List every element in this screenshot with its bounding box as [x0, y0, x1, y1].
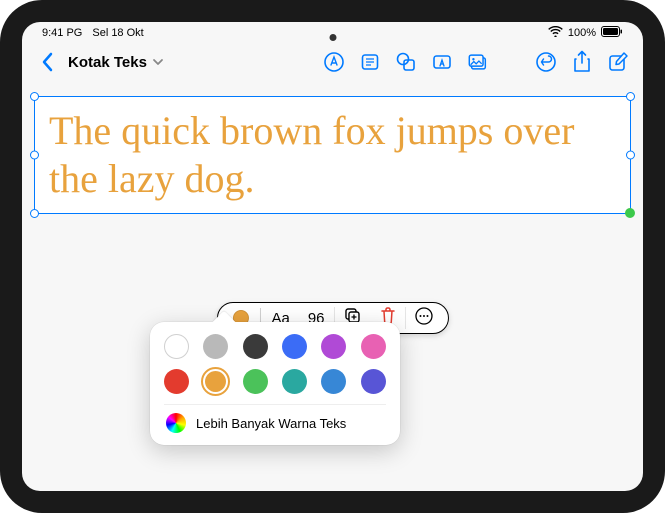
page-title[interactable]: Kotak Teks [68, 54, 147, 71]
color-swatch[interactable] [361, 369, 386, 394]
resize-handle-mid-left[interactable] [30, 151, 39, 160]
pen-tool-icon[interactable] [323, 51, 345, 73]
top-toolbar: Kotak Teks [22, 44, 643, 80]
undo-icon[interactable] [535, 51, 557, 73]
status-time: 9:41 PG [42, 27, 82, 39]
textbox-tool-icon[interactable] [431, 51, 453, 73]
back-button[interactable] [36, 51, 58, 73]
battery-icon [601, 26, 623, 40]
color-swatch[interactable] [321, 369, 346, 394]
more-colors-label: Lebih Banyak Warna Teks [196, 416, 346, 431]
wifi-icon [548, 26, 563, 40]
canvas[interactable]: The quick brown fox jumps over the lazy … [22, 80, 643, 230]
battery-percent: 100% [568, 27, 596, 39]
resize-handle-top-right[interactable] [626, 92, 635, 101]
resize-handle-top-left[interactable] [30, 92, 39, 101]
ellipsis-icon [415, 307, 433, 330]
more-colors-button[interactable]: Lebih Banyak Warna Teks [164, 404, 386, 439]
screen: 9:41 PG Sel 18 Okt 100% Kotak Teks [22, 22, 643, 491]
status-date: Sel 18 Okt [92, 27, 143, 39]
color-swatch[interactable] [282, 334, 307, 359]
title-dropdown-icon[interactable] [152, 53, 164, 71]
more-options-button[interactable] [406, 307, 442, 329]
resize-handle-bottom-right[interactable] [625, 208, 635, 218]
color-swatch[interactable] [203, 334, 228, 359]
color-swatch[interactable] [164, 334, 189, 359]
color-picker-popover: Lebih Banyak Warna Teks [150, 322, 400, 445]
resize-handle-bottom-left[interactable] [30, 209, 39, 218]
color-swatch[interactable] [243, 334, 268, 359]
color-swatch[interactable] [361, 334, 386, 359]
note-tool-icon[interactable] [359, 51, 381, 73]
shapes-tool-icon[interactable] [395, 51, 417, 73]
text-content[interactable]: The quick brown fox jumps over the lazy … [49, 107, 616, 203]
device-camera [329, 34, 336, 41]
color-swatch[interactable] [205, 371, 226, 392]
share-icon[interactable] [571, 51, 593, 73]
color-swatch[interactable] [282, 369, 307, 394]
text-box-selected[interactable]: The quick brown fox jumps over the lazy … [34, 96, 631, 214]
color-swatch[interactable] [321, 334, 346, 359]
resize-handle-mid-right[interactable] [626, 151, 635, 160]
photo-tool-icon[interactable] [467, 51, 489, 73]
color-swatch-grid [164, 334, 386, 394]
compose-icon[interactable] [607, 51, 629, 73]
color-wheel-icon [166, 413, 186, 433]
color-swatch[interactable] [164, 369, 189, 394]
ipad-frame: 9:41 PG Sel 18 Okt 100% Kotak Teks [0, 0, 665, 513]
color-swatch[interactable] [243, 369, 268, 394]
